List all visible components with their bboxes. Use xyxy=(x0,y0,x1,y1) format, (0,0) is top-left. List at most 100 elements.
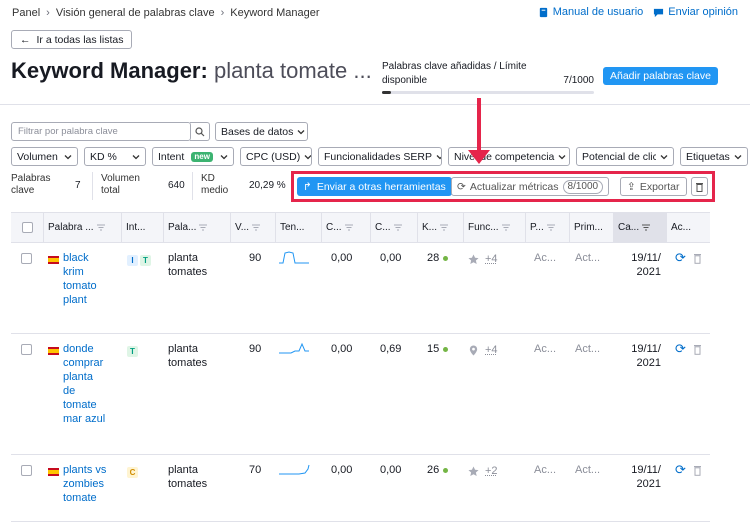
filter-search-button[interactable] xyxy=(190,122,210,141)
select-all-checkbox-cell[interactable] xyxy=(11,213,44,242)
cpc-filter[interactable]: CPC (USD) xyxy=(240,147,312,166)
chevron-down-icon xyxy=(297,129,305,134)
delete-button[interactable] xyxy=(691,177,708,196)
sort-icon xyxy=(393,224,402,231)
user-manual-link[interactable]: Manual de usuario xyxy=(538,6,643,18)
row-checkbox-box[interactable] xyxy=(21,465,32,476)
c1-value: 0,00 xyxy=(331,252,353,264)
keyword-limit-value: 7/1000 xyxy=(563,75,594,86)
volume-value: 90 xyxy=(249,343,262,355)
volume-filter[interactable]: Volumen xyxy=(11,147,78,166)
sort-icon xyxy=(501,224,510,231)
keyword-link[interactable]: donde comprar planta de tomate mar azul xyxy=(63,342,119,426)
refresh-row-icon[interactable]: ⟳ xyxy=(675,342,686,356)
col-prim-label: Prim... xyxy=(574,222,603,233)
row-checkbox[interactable] xyxy=(21,253,32,264)
list-name-line: tomates xyxy=(168,357,208,369)
col-kd-label: K... xyxy=(422,222,438,233)
keyword-link[interactable]: plants vs zombies tomate xyxy=(63,463,119,505)
serp-features[interactable]: +4 xyxy=(468,343,498,357)
refresh-row-icon[interactable]: ⟳ xyxy=(675,463,686,477)
select-all-checkbox[interactable] xyxy=(21,222,33,233)
serp-more-count[interactable]: +4 xyxy=(485,343,498,357)
col-serp[interactable]: Func... xyxy=(464,213,526,242)
col-p[interactable]: P... xyxy=(526,213,570,242)
serp-more-count[interactable]: +2 xyxy=(485,464,498,478)
col-intent[interactable]: Int... xyxy=(122,213,164,242)
trash-icon[interactable] xyxy=(693,344,702,355)
sort-icon xyxy=(546,224,555,231)
update-metrics-count: 8/1000 xyxy=(562,179,604,194)
back-to-lists-button[interactable]: ← Ir a todas las listas xyxy=(11,30,133,49)
location-pin-icon xyxy=(469,344,478,356)
kd-number: 28 xyxy=(427,252,440,264)
flag-spain-icon xyxy=(48,466,59,480)
export-button[interactable]: ⇪ Exportar xyxy=(620,177,687,196)
updated-date-line: 19/11/ xyxy=(631,252,661,264)
refresh-row-icon[interactable]: ⟳ xyxy=(675,251,686,265)
sort-icon xyxy=(252,224,261,231)
col-c1[interactable]: C... xyxy=(322,213,371,242)
breadcrumb-item-overview[interactable]: Visión general de palabras clave xyxy=(56,7,215,19)
send-feedback-link[interactable]: Enviar opinión xyxy=(653,6,738,18)
col-trend[interactable]: Ten... xyxy=(276,213,322,242)
keyword-line: zombies xyxy=(63,478,104,490)
list-name-line: planta xyxy=(168,464,198,476)
col-serp-label: Func... xyxy=(468,222,499,233)
intent-filter[interactable]: Intent new xyxy=(152,147,234,166)
sort-icon xyxy=(96,224,105,231)
prim-value: Act... xyxy=(575,252,601,264)
c1-value: 0,00 xyxy=(331,343,353,355)
trash-icon xyxy=(696,182,703,192)
updated-date: 19/11/2021 xyxy=(625,342,661,370)
intent-badges: T xyxy=(127,344,140,358)
col-updated[interactable]: Ca... xyxy=(614,213,667,242)
intent-filter-label: Intent xyxy=(158,150,185,163)
competition-filter[interactable]: Nivel de competencia xyxy=(448,147,570,166)
table-row: black krim tomato plant I Tplanta tomates 90 0,0… xyxy=(11,243,710,334)
col-prim[interactable]: Prim... xyxy=(570,213,614,242)
databases-dropdown[interactable]: Bases de datos xyxy=(215,122,308,141)
updated-date-line: 2021 xyxy=(636,478,661,490)
intent-badge: I xyxy=(127,255,138,266)
tags-filter[interactable]: Etiquetas xyxy=(680,147,748,166)
kd-filter[interactable]: KD % xyxy=(84,147,146,166)
row-checkbox[interactable] xyxy=(21,465,32,476)
update-metrics-button[interactable]: ⟳ Actualizar métricas 8/1000 xyxy=(451,177,610,196)
trash-icon[interactable] xyxy=(693,253,702,264)
col-keyword[interactable]: Palabra ... xyxy=(44,213,122,242)
row-checkbox[interactable] xyxy=(21,344,32,355)
col-c2[interactable]: C... xyxy=(371,213,418,242)
c2-value: 0,00 xyxy=(380,464,402,476)
row-checkbox-box[interactable] xyxy=(21,344,32,355)
upload-icon: ⇪ xyxy=(627,180,636,193)
page-title-main: Keyword Manager: xyxy=(11,58,208,83)
trash-icon[interactable] xyxy=(693,465,702,476)
refresh-icon: ⟳ xyxy=(457,180,466,193)
col-volume[interactable]: V... xyxy=(231,213,276,242)
prim-value: Act... xyxy=(575,464,601,476)
add-keywords-button[interactable]: Añadir palabras clave xyxy=(603,67,718,85)
serp-features-filter[interactable]: Funcionalidades SERP xyxy=(318,147,442,166)
keyword-limit-fill xyxy=(382,91,391,94)
send-to-tools-button[interactable]: ↱ Enviar a otras herramientas xyxy=(297,177,452,196)
table-row: donde comprar planta de tomate mar azul Tplant… xyxy=(11,334,710,455)
keyword-filter-input[interactable]: Filtrar por palabra clave xyxy=(11,122,191,141)
breadcrumb-item-panel[interactable]: Panel xyxy=(12,7,40,19)
table-header: Palabra ... Int... Pala... V... Ten... C… xyxy=(11,212,710,243)
keyword-link[interactable]: black krim tomato plant xyxy=(63,251,119,307)
sort-icon xyxy=(440,224,449,231)
keyword-line: planta xyxy=(63,371,93,383)
p-value: Ac... xyxy=(534,252,557,264)
col-kd[interactable]: K... xyxy=(418,213,464,242)
breadcrumb-item-current: Keyword Manager xyxy=(230,7,320,19)
click-potential-filter[interactable]: Potencial de clic xyxy=(576,147,674,166)
serp-more-count[interactable]: +4 xyxy=(485,252,498,266)
annotation-arrow-shaft xyxy=(477,98,481,152)
row-checkbox-box[interactable] xyxy=(21,253,32,264)
chevron-down-icon xyxy=(734,154,742,159)
col-list[interactable]: Pala... xyxy=(164,213,231,242)
chevron-down-icon xyxy=(220,154,228,159)
serp-features[interactable]: +4 xyxy=(468,252,498,266)
serp-features[interactable]: +2 xyxy=(468,464,498,478)
